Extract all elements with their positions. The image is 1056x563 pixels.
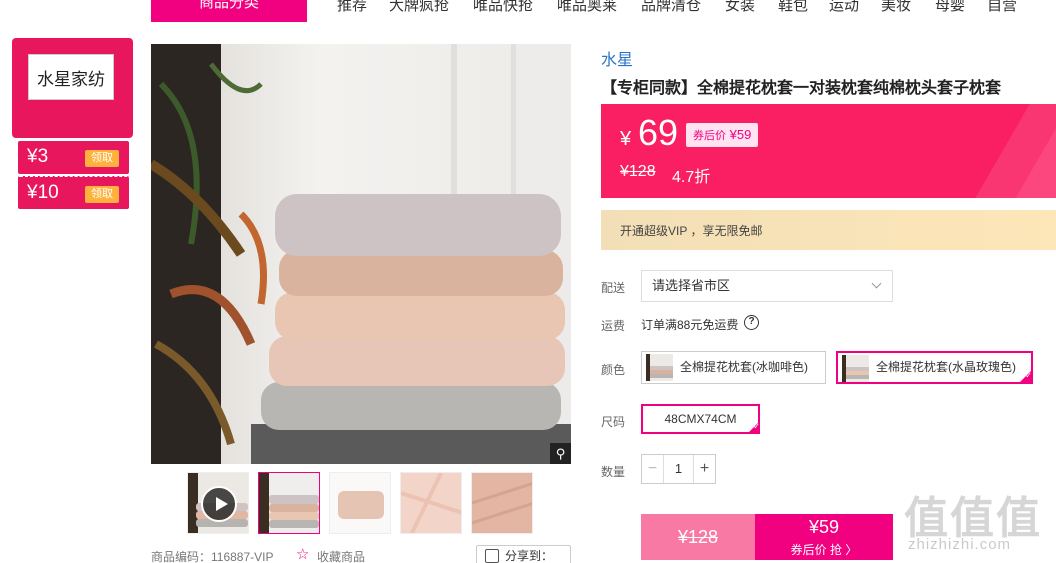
shipping-label: 运费 <box>601 319 626 333</box>
shop-coupon[interactable]: ¥3 领取 <box>18 141 129 174</box>
quantity-value[interactable]: 1 <box>664 455 693 483</box>
pillow-stack-illustration <box>151 44 571 464</box>
buy-coupon-price: ¥59 <box>808 517 840 537</box>
nav-item-clearance[interactable]: 品牌清仓 <box>641 0 701 15</box>
nav-item-brand-sale[interactable]: 大牌疯抢 <box>389 0 449 15</box>
favorite-link[interactable]: 收藏商品 <box>317 548 365 563</box>
coupon-amount: ¥10 <box>27 182 59 203</box>
after-coupon-price: ¥59 <box>729 127 752 142</box>
nav-item-women[interactable]: 女装 <box>725 0 755 15</box>
discount-rate: 4.7折 <box>672 169 711 186</box>
price-panel-decoration <box>976 104 1056 198</box>
vip-banner[interactable]: 开通超级VIP ，享无限免邮 <box>601 210 1056 250</box>
share-button[interactable]: 分享到： <box>476 545 571 563</box>
color-option-label: 全棉提花枕套(冰咖啡色) <box>680 360 808 374</box>
category-button[interactable]: 商品分类 <box>151 0 307 22</box>
price-currency: ¥ <box>620 128 632 150</box>
buy-coupon-label: 券后价 抢 〉 <box>790 543 858 557</box>
region-select-value: 请选择省市区 <box>652 278 731 293</box>
color-swatch-image <box>842 355 869 382</box>
quantity-increase-button[interactable]: + <box>693 455 715 483</box>
color-swatch-image <box>646 354 673 381</box>
coupon-amount: ¥3 <box>27 146 49 167</box>
chevron-down-icon <box>871 278 882 289</box>
region-select[interactable]: 请选择省市区 <box>641 270 893 302</box>
play-icon <box>201 486 237 522</box>
thumbnail-pillow-single[interactable] <box>329 472 391 534</box>
watermark-url: zhizhizhi.com <box>908 536 1012 553</box>
thumbnail-fabric-detail[interactable] <box>400 472 462 534</box>
size-label: 尺码 <box>601 415 626 429</box>
thumbnail-image <box>472 473 532 533</box>
top-nav: 商品分类 推荐 大牌疯抢 唯品快抢 唯品奥莱 品牌清仓 女装 鞋包 运动 美妆 … <box>0 0 1056 22</box>
thumbnail-image <box>401 473 461 533</box>
color-swatch <box>646 354 673 381</box>
current-price: 69 <box>638 112 679 153</box>
site-watermark: 值值值 zhizhizhi.com <box>904 482 1052 560</box>
after-coupon-badge: 券后价 ¥59 <box>686 123 759 147</box>
nav-item-self-operated[interactable]: 自营 <box>987 0 1017 15</box>
buy-original-price-button[interactable]: ¥128 <box>641 514 755 560</box>
price-panel: ¥ 69 券后价 ¥59 ¥128 4.7折 <box>601 104 1056 198</box>
nav-item-recommend[interactable]: 推荐 <box>337 0 367 15</box>
quantity-decrease-button[interactable]: − <box>642 455 664 483</box>
thumbnail-video[interactable] <box>187 472 249 534</box>
size-option[interactable]: 48CMX74CM <box>641 404 760 434</box>
nav-item-shoes-bags[interactable]: 鞋包 <box>778 0 808 15</box>
magnifier-icon[interactable]: ⚲ <box>550 443 571 464</box>
main-product-image[interactable] <box>151 44 571 464</box>
product-code: 商品编码：116887-VIP <box>151 550 274 563</box>
color-option-rose[interactable]: 全棉提花枕套(水晶玫瑰色) <box>836 351 1033 384</box>
color-label: 颜色 <box>601 363 626 377</box>
nav-item-sports[interactable]: 运动 <box>829 0 859 15</box>
buy-with-coupon-button[interactable]: ¥59 券后价 抢 〉 <box>755 514 893 560</box>
color-option-label: 全棉提花枕套(水晶玫瑰色) <box>876 360 1016 374</box>
star-icon[interactable]: ☆ <box>296 545 309 563</box>
nav-item-baby[interactable]: 母婴 <box>935 0 965 15</box>
check-icon <box>747 421 760 434</box>
thumbnail-image <box>330 473 390 533</box>
coupon-claim-button[interactable]: 领取 <box>85 186 119 203</box>
help-icon[interactable]: ? <box>744 315 759 330</box>
size-option-label: 48CMX74CM <box>664 412 737 426</box>
delivery-label: 配送 <box>601 281 626 295</box>
brand-link[interactable]: 水星 <box>601 46 633 70</box>
color-swatch <box>842 355 869 382</box>
shop-logo[interactable]: 水星家纺 <box>28 54 114 100</box>
product-title: 【专柜同款】全棉提花枕套一对装枕套纯棉枕头套子枕套 <box>601 80 1002 97</box>
nav-item-flash[interactable]: 唯品快抢 <box>473 0 533 15</box>
shop-badge[interactable]: 水星家纺 <box>12 38 133 138</box>
share-icon <box>485 549 499 563</box>
thumbnail-image <box>259 473 319 533</box>
coupon-claim-button[interactable]: 领取 <box>85 150 119 167</box>
color-option-coffee[interactable]: 全棉提花枕套(冰咖啡色) <box>641 351 826 384</box>
nav-item-beauty[interactable]: 美妆 <box>881 0 911 15</box>
vip-text: 开通超级VIP ，享无限免邮 <box>620 224 763 238</box>
share-label: 分享到： <box>505 549 554 563</box>
nav-item-outlet[interactable]: 唯品奥莱 <box>557 0 617 15</box>
check-icon <box>1019 370 1032 383</box>
thumbnail-pillow-stack[interactable] <box>258 472 320 534</box>
shipping-text: 订单满88元免运费 <box>641 318 739 332</box>
quantity-label: 数量 <box>601 465 626 479</box>
shop-coupon[interactable]: ¥10 领取 <box>18 176 129 209</box>
after-coupon-label: 券后价 <box>693 130 726 142</box>
quantity-stepper: − 1 + <box>641 454 716 484</box>
thumbnail-fabric-edge[interactable] <box>471 472 533 534</box>
original-price: ¥128 <box>620 163 656 180</box>
